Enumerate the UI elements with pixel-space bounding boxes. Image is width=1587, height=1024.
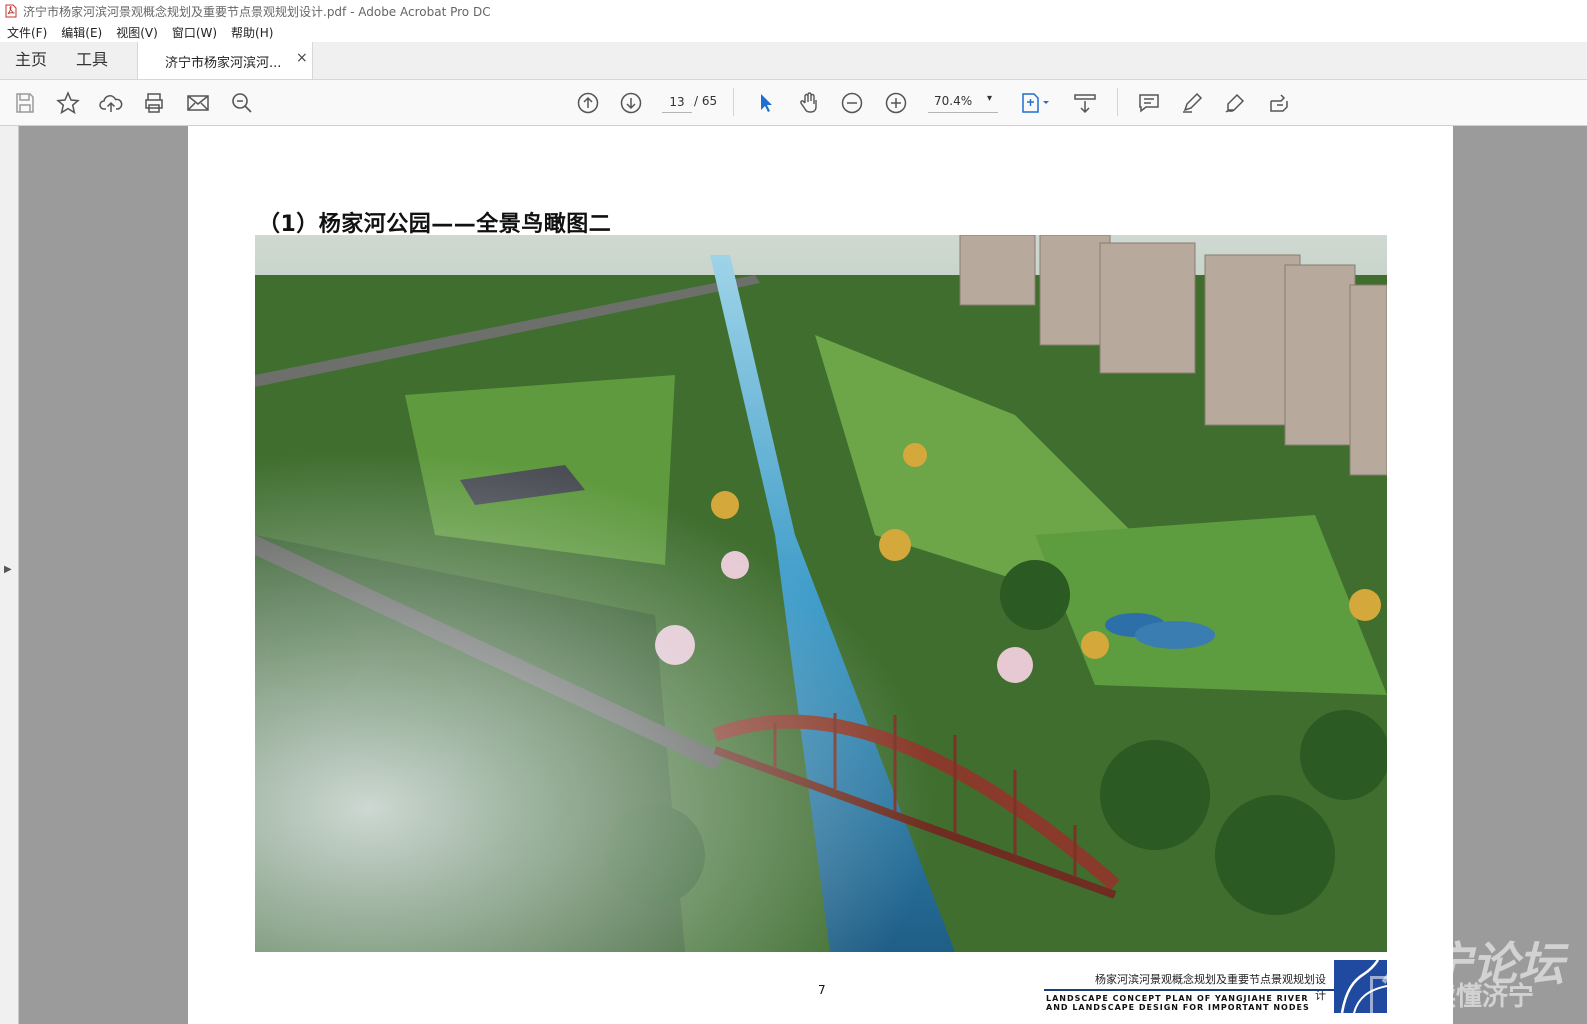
title-bar: 济宁市杨家河滨河景观概念规划及重要节点景观规划设计.pdf - Adobe Ac… bbox=[0, 0, 1587, 23]
toolbar: / 65 70.4% ▾ bbox=[0, 80, 1587, 126]
menu-view[interactable]: 视图(V) bbox=[109, 24, 165, 41]
menu-help[interactable]: 帮助(H) bbox=[224, 24, 280, 41]
chevron-down-icon: ▾ bbox=[986, 93, 992, 104]
navigation-pane-collapsed[interactable]: ▶ bbox=[0, 126, 19, 1024]
page-number-input[interactable] bbox=[662, 92, 692, 113]
page-number: 7 bbox=[818, 983, 826, 997]
tab-document[interactable]: 济宁市杨家河滨河... × bbox=[137, 42, 313, 79]
aerial-rendering-image bbox=[255, 235, 1387, 952]
menu-window[interactable]: 窗口(W) bbox=[165, 24, 224, 41]
hand-icon[interactable] bbox=[796, 90, 822, 116]
select-cursor-icon[interactable] bbox=[753, 90, 779, 116]
page-total: / 65 bbox=[694, 94, 718, 108]
search-icon[interactable] bbox=[229, 90, 255, 116]
footer-divider bbox=[1044, 989, 1334, 991]
sign-icon[interactable] bbox=[1222, 90, 1248, 116]
toolbar-divider bbox=[733, 88, 734, 116]
zoom-level-value: 70.4% bbox=[934, 94, 973, 108]
window-title: 济宁市杨家河滨河景观概念规划及重要节点景观规划设计.pdf - Adobe Ac… bbox=[23, 4, 491, 19]
zoom-in-icon[interactable] bbox=[883, 90, 909, 116]
toolbar-divider bbox=[1117, 88, 1118, 116]
menu-bar: 文件(F) 编辑(E) 视图(V) 窗口(W) 帮助(H) bbox=[0, 22, 1587, 42]
zoom-level-select[interactable]: 70.4% ▾ bbox=[928, 92, 998, 113]
close-tab-icon[interactable]: × bbox=[296, 50, 308, 66]
tab-document-label: 济宁市杨家河滨河... bbox=[165, 56, 282, 71]
next-page-icon[interactable] bbox=[618, 90, 644, 116]
footer-title-en-line1: LANDSCAPE CONCEPT PLAN OF YANGJIAHE RIVE… bbox=[1046, 994, 1309, 1003]
tab-home[interactable]: 主页 bbox=[15, 42, 47, 78]
share-icon[interactable] bbox=[1266, 90, 1292, 116]
menu-file[interactable]: 文件(F) bbox=[0, 24, 54, 41]
design-firm-logo bbox=[1334, 959, 1388, 1014]
fit-page-icon[interactable] bbox=[1017, 90, 1053, 116]
page-heading: （1）杨家河公园——全景鸟瞰图二 bbox=[258, 212, 612, 237]
scroll-mode-icon[interactable] bbox=[1072, 90, 1098, 116]
comment-icon[interactable] bbox=[1136, 90, 1162, 116]
highlight-icon[interactable] bbox=[1179, 90, 1205, 116]
star-icon[interactable] bbox=[55, 90, 81, 116]
tab-bar: 主页 工具 济宁市杨家河滨河... × bbox=[0, 42, 1587, 80]
tab-tools[interactable]: 工具 bbox=[76, 42, 108, 78]
save-icon[interactable] bbox=[12, 90, 38, 116]
print-icon[interactable] bbox=[141, 90, 167, 116]
upload-icon[interactable] bbox=[98, 90, 124, 116]
acrobat-pdf-icon bbox=[5, 4, 17, 18]
footer-title-en-line2: AND LANDSCAPE DESIGN FOR IMPORTANT NODES bbox=[1046, 1003, 1310, 1012]
menu-edit[interactable]: 编辑(E) bbox=[54, 24, 109, 41]
prev-page-icon[interactable] bbox=[575, 90, 601, 116]
expand-pane-icon[interactable]: ▶ bbox=[4, 564, 12, 575]
email-icon[interactable] bbox=[185, 90, 211, 116]
zoom-out-icon[interactable] bbox=[839, 90, 865, 116]
pdf-page: （1）杨家河公园——全景鸟瞰图二 7 杨家河滨河景观概念规划及重要节点景观规划设… bbox=[188, 126, 1453, 1024]
